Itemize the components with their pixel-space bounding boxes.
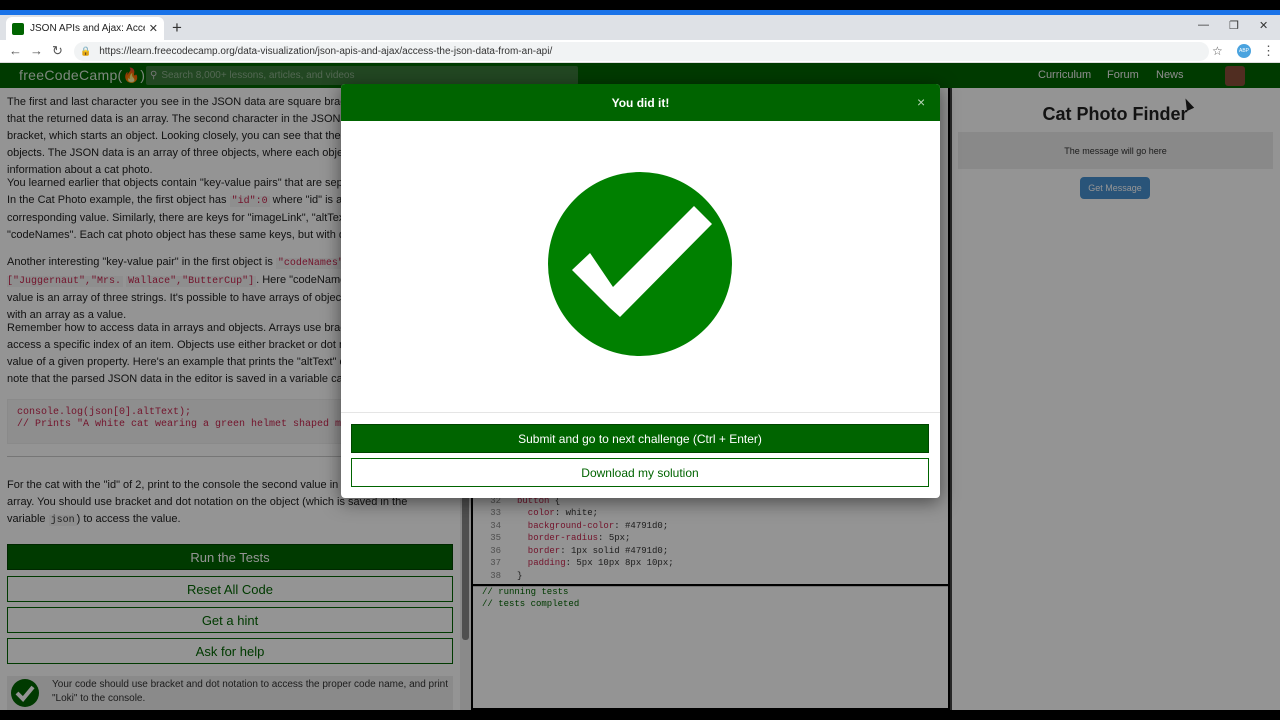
extension-icon[interactable]: ABP [1237, 44, 1251, 58]
submit-next-button[interactable]: Submit and go to next challenge (Ctrl + … [351, 424, 929, 453]
back-icon[interactable]: ← [9, 43, 22, 58]
address-bar-row: ← → ↻ 🔒 https://learn.freecodecamp.org/d… [0, 40, 1280, 63]
close-icon[interactable]: × [917, 94, 925, 110]
window-close-icon[interactable]: ✕ [1259, 19, 1268, 32]
url-text[interactable]: https://learn.freecodecamp.org/data-visu… [99, 46, 552, 57]
forward-icon[interactable]: → [30, 43, 43, 58]
taskbar-edge [0, 710, 1280, 720]
address-bar[interactable]: 🔒 https://learn.freecodecamp.org/data-vi… [74, 42, 1209, 61]
browser-menu-icon[interactable]: ⋮ [1262, 43, 1275, 59]
minimize-icon[interactable]: — [1198, 19, 1209, 31]
lock-icon: 🔒 [80, 46, 92, 56]
modal-title: You did it! [341, 84, 940, 121]
tab-title: JSON APIs and Ajax: Access the J [30, 23, 145, 34]
star-icon[interactable]: ☆ [1212, 44, 1223, 58]
modal-footer-divider [341, 412, 940, 413]
tab-close-icon[interactable]: ✕ [149, 22, 158, 35]
browser-tab[interactable]: JSON APIs and Ajax: Access the J ✕ [6, 17, 164, 40]
tab-bar: JSON APIs and Ajax: Access the J ✕ + — ❐… [0, 15, 1280, 40]
new-tab-button[interactable]: + [172, 18, 182, 38]
restore-icon[interactable]: ❐ [1229, 19, 1239, 32]
reload-icon[interactable]: ↻ [52, 43, 63, 59]
success-check-icon [548, 172, 732, 356]
download-solution-button[interactable]: Download my solution [351, 458, 929, 487]
screen: JSON APIs and Ajax: Access the J ✕ + — ❐… [0, 0, 1280, 720]
fcc-favicon-icon [12, 22, 24, 35]
